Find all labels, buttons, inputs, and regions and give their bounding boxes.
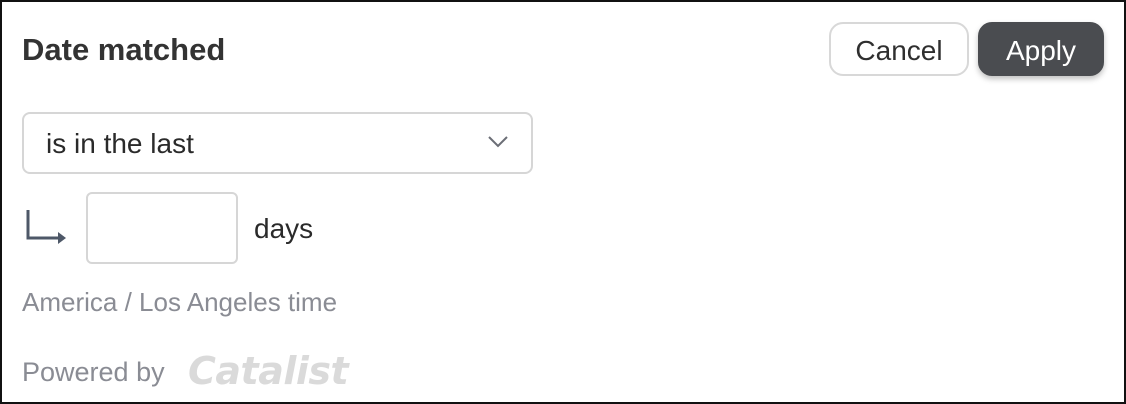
days-input[interactable] xyxy=(86,192,238,264)
cancel-button[interactable]: Cancel xyxy=(829,22,969,76)
powered-by-label: Powered by xyxy=(22,357,165,387)
chevron-down-icon xyxy=(488,136,508,148)
return-arrow-icon xyxy=(26,210,66,244)
operator-select-value: is in the last xyxy=(46,128,194,159)
panel-title: Date matched xyxy=(22,32,226,67)
operator-select[interactable]: is in the last xyxy=(22,112,533,174)
date-matched-filter-panel: Date matched Cancel Apply is in the last… xyxy=(0,0,1126,404)
timezone-label: America / Los Angeles time xyxy=(22,287,338,317)
catalist-logo: Catalist xyxy=(188,349,349,393)
days-unit-label: days xyxy=(254,213,314,244)
apply-button[interactable]: Apply xyxy=(978,22,1104,76)
